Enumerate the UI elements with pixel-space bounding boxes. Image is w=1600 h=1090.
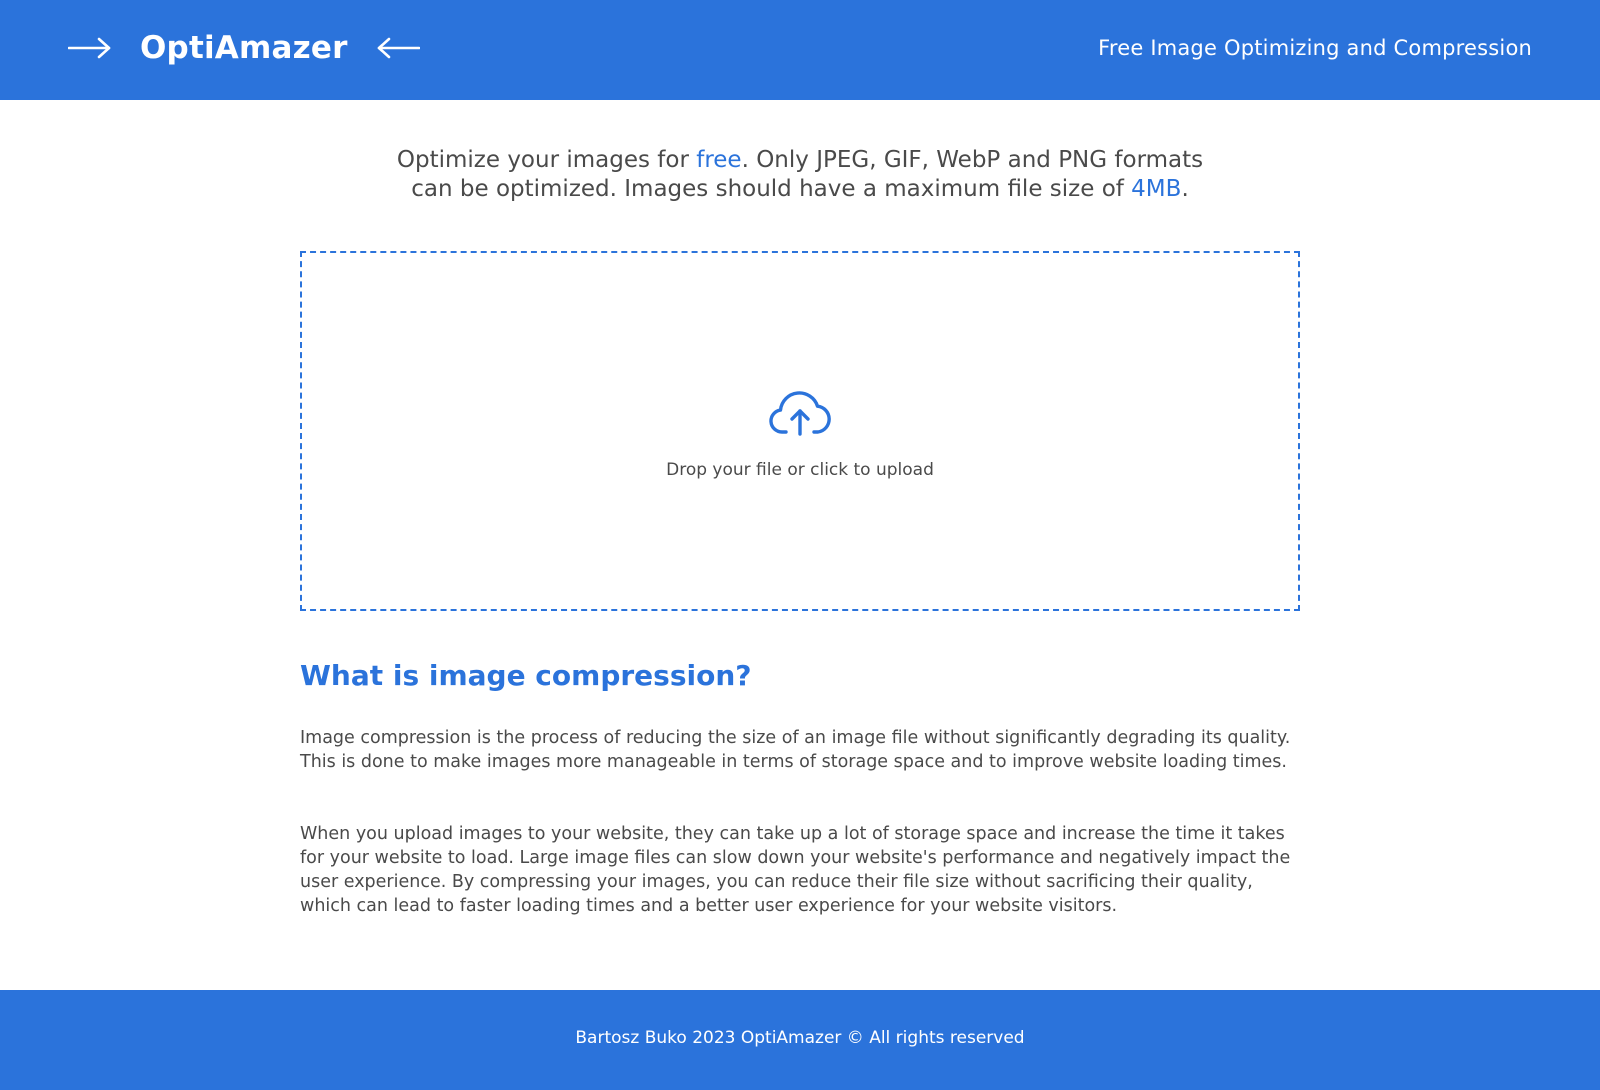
upload-label: Drop your file or click to upload xyxy=(666,460,934,480)
logo[interactable]: OptiAmazer xyxy=(68,24,420,72)
header-tagline: Free Image Optimizing and Compression xyxy=(1098,36,1532,60)
section-heading: What is image compression? xyxy=(300,659,752,692)
section-paragraph-1: Image compression is the process of redu… xyxy=(300,728,1291,772)
footer-copyright: Bartosz Buko 2023 OptiAmazer © All right… xyxy=(575,1028,1025,1048)
intro-max-size: 4MB xyxy=(1131,176,1182,202)
section-paragraph-2: When you upload images to your website, … xyxy=(300,824,1291,916)
cloud-upload-icon xyxy=(769,391,831,436)
footer: Bartosz Buko 2023 OptiAmazer © All right… xyxy=(0,990,1600,1090)
logo-text: OptiAmazer xyxy=(140,30,348,66)
header: OptiAmazer Free Image Optimizing and Com… xyxy=(0,0,1600,100)
upload-dropzone[interactable]: Drop your file or click to upload xyxy=(300,251,1300,611)
intro-text: Optimize your images for free. Only JPEG… xyxy=(380,146,1220,204)
intro-part1: Optimize your images for xyxy=(396,147,697,173)
compression-info-section: What is image compression? Image compres… xyxy=(300,658,1300,916)
intro-part3: . xyxy=(1181,176,1189,202)
intro-free: free xyxy=(696,147,742,173)
arrow-right-icon xyxy=(68,37,111,59)
arrow-left-icon xyxy=(377,37,420,59)
